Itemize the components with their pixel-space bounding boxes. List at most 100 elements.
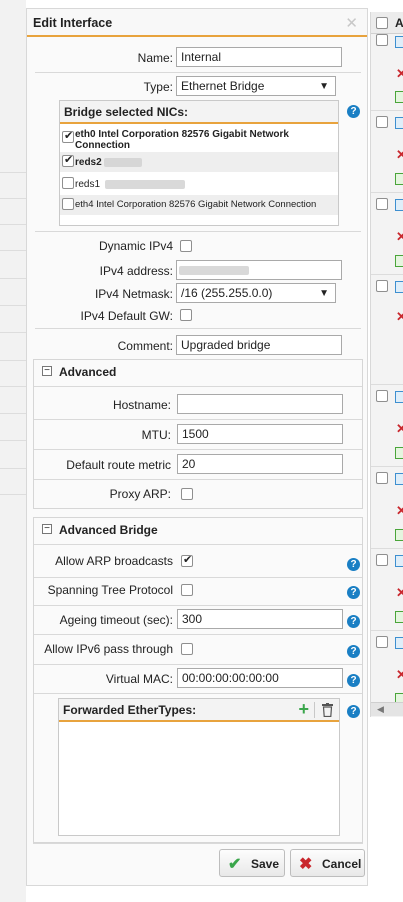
ipv4-default-gw-checkbox[interactable] [180, 309, 192, 321]
minus-icon[interactable]: − [42, 366, 52, 376]
edit-icon[interactable] [395, 199, 403, 211]
type-select[interactable]: Ethernet Bridge ▼ [176, 76, 336, 96]
ethertypes-list[interactable] [59, 724, 339, 835]
nic-checkbox-reds2[interactable] [62, 153, 74, 167]
comment-input[interactable]: Upgraded bridge [176, 335, 342, 355]
help-icon[interactable]: ? [347, 674, 360, 687]
delete-icon[interactable]: ✕ [396, 229, 403, 245]
list-item-checkbox[interactable] [376, 554, 388, 566]
default-route-metric-input[interactable]: 20 [177, 454, 343, 474]
list-item-checkbox[interactable] [376, 116, 388, 128]
horizontal-scrollbar[interactable]: ◀ [371, 702, 403, 716]
delete-icon[interactable]: ✕ [396, 147, 403, 163]
allow-arp-broadcasts-checkbox[interactable] [181, 553, 193, 567]
delete-icon[interactable]: ✕ [396, 421, 403, 437]
delete-icon[interactable]: ✕ [396, 66, 403, 82]
nic-item-reds1[interactable]: reds1 [60, 174, 338, 194]
edit-icon[interactable] [395, 473, 403, 485]
cancel-button[interactable]: ✖ Cancel [290, 849, 365, 877]
divider [33, 843, 363, 844]
clone-icon[interactable] [395, 255, 403, 267]
scroll-left-icon[interactable]: ◀ [377, 704, 384, 715]
clone-icon[interactable] [395, 447, 403, 459]
hostname-label: Hostname: [112, 398, 171, 412]
edit-icon[interactable] [395, 36, 403, 48]
advanced-section-header[interactable]: − Advanced [34, 360, 362, 384]
mtu-input[interactable]: 1500 [177, 424, 343, 444]
list-item[interactable]: ✕ [371, 110, 403, 190]
edit-icon[interactable] [395, 281, 403, 293]
list-item[interactable]: ✕ [371, 630, 403, 710]
cross-icon: ✖ [299, 856, 313, 873]
edit-icon[interactable] [395, 117, 403, 129]
ipv4-netmask-select[interactable]: /16 (255.255.0.0) ▼ [176, 283, 336, 303]
edit-icon[interactable] [395, 637, 403, 649]
allow-ipv6-pass-through-checkbox[interactable] [181, 643, 193, 655]
list-item[interactable]: ✕ [371, 384, 403, 464]
help-icon[interactable]: ? [347, 586, 360, 599]
background-divider [0, 332, 26, 333]
minus-icon[interactable]: − [42, 524, 52, 534]
ageing-timeout-input[interactable]: 300 [177, 609, 343, 629]
nic-checkbox-eth0[interactable] [62, 129, 74, 143]
help-icon[interactable]: ? [347, 705, 360, 718]
mtu-label: MTU: [141, 428, 171, 442]
nic-item-eth0[interactable]: eth0 Intel Corporation 82576 Gigabit Net… [60, 127, 338, 151]
clone-icon[interactable] [395, 91, 403, 103]
list-item[interactable]: ✕ [371, 274, 403, 384]
select-all-checkbox[interactable] [376, 17, 388, 29]
list-item[interactable]: ✕ [371, 548, 403, 628]
help-icon[interactable]: ? [347, 105, 360, 118]
dropdown-arrow-icon: ▼ [319, 81, 329, 92]
list-item-checkbox[interactable] [376, 198, 388, 210]
list-item[interactable]: ✕ [371, 34, 403, 114]
delete-icon[interactable]: ✕ [396, 667, 403, 683]
list-item-checkbox[interactable] [376, 34, 388, 46]
name-input[interactable]: Internal [176, 47, 342, 67]
list-item[interactable]: ✕ [371, 466, 403, 546]
help-icon[interactable]: ? [347, 558, 360, 571]
delete-icon[interactable]: ✕ [396, 309, 403, 325]
list-item-checkbox[interactable] [376, 636, 388, 648]
close-icon[interactable]: ✕ [345, 14, 358, 32]
help-icon[interactable]: ? [347, 645, 360, 658]
nic-label-reds1: reds1 [75, 179, 101, 190]
divider [34, 479, 362, 480]
dialog-titlebar[interactable]: Edit Interface ✕ [27, 9, 367, 37]
help-icon[interactable]: ? [347, 615, 360, 628]
ipv4-address-label: IPv4 address: [99, 264, 173, 278]
list-item-checkbox[interactable] [376, 280, 388, 292]
clone-icon[interactable] [395, 529, 403, 541]
divider [35, 231, 361, 232]
ipv4-default-gw-label: IPv4 Default GW: [80, 309, 173, 323]
virtual-mac-input[interactable]: 00:00:00:00:00:00 [177, 668, 343, 688]
trash-icon[interactable] [322, 703, 333, 718]
list-item-checkbox[interactable] [376, 472, 388, 484]
nic-item-reds2[interactable]: reds2 [60, 152, 338, 172]
hostname-input[interactable] [177, 394, 343, 414]
list-item[interactable]: ✕ [371, 192, 403, 272]
edit-icon[interactable] [395, 391, 403, 403]
edit-icon[interactable] [395, 555, 403, 567]
nic-checkbox-reds1[interactable] [62, 177, 74, 189]
nic-checkbox-eth4[interactable] [62, 198, 74, 210]
default-route-metric-label: Default route metric [66, 458, 171, 472]
delete-icon[interactable]: ✕ [396, 585, 403, 601]
save-button[interactable]: ✔ Save [219, 849, 285, 877]
dynamic-ipv4-checkbox[interactable] [180, 240, 192, 252]
checkmark-icon: ✔ [228, 856, 242, 873]
allow-ipv6-pass-through-label: Allow IPv6 pass through [44, 642, 173, 656]
nic-item-eth4[interactable]: eth4 Intel Corporation 82576 Gigabit Net… [60, 195, 338, 215]
background-divider [0, 278, 26, 279]
advanced-bridge-section-header[interactable]: − Advanced Bridge [34, 518, 362, 542]
ipv4-address-input[interactable] [176, 260, 342, 280]
spanning-tree-protocol-checkbox[interactable] [181, 584, 193, 596]
plus-icon[interactable]: + [298, 699, 309, 720]
list-item-checkbox[interactable] [376, 390, 388, 402]
delete-icon[interactable]: ✕ [396, 503, 403, 519]
proxy-arp-label: Proxy ARP: [109, 487, 171, 501]
proxy-arp-checkbox[interactable] [181, 488, 193, 500]
forwarded-ethertypes-title: Forwarded EtherTypes: [63, 703, 197, 717]
clone-icon[interactable] [395, 173, 403, 185]
clone-icon[interactable] [395, 611, 403, 623]
